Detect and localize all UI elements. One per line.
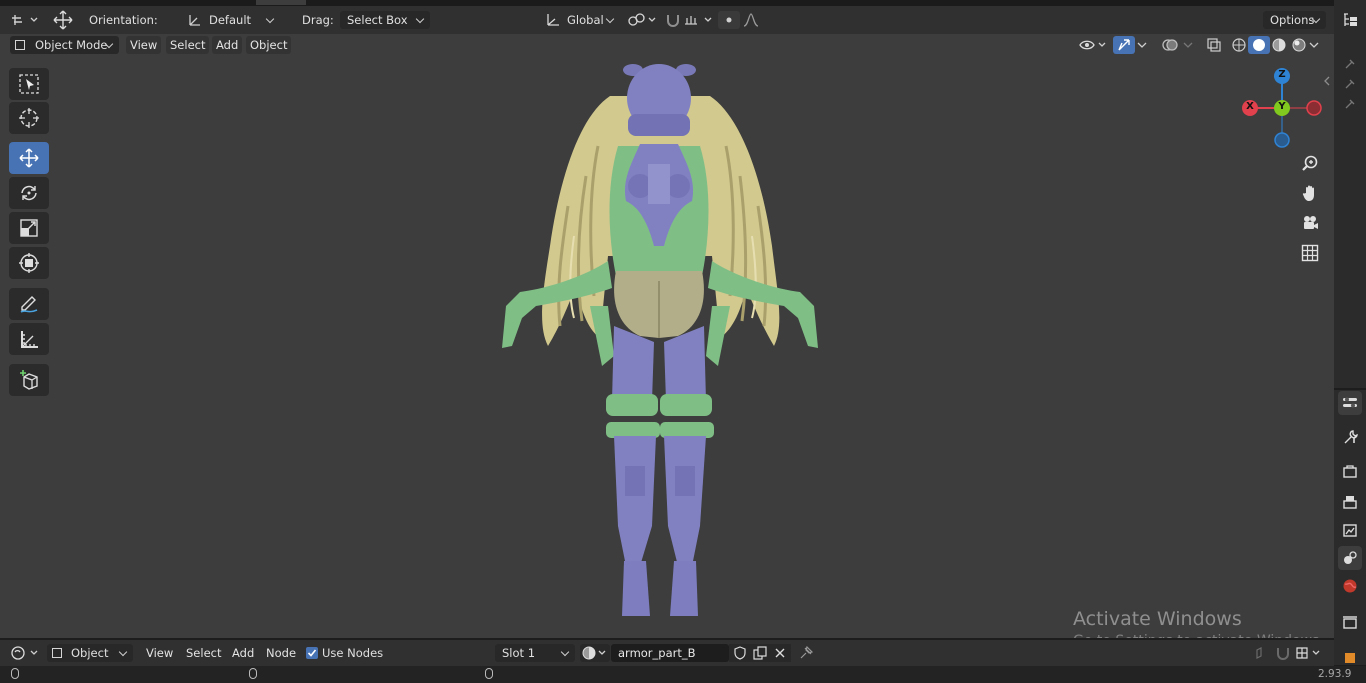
- render-properties-icon[interactable]: [1338, 460, 1362, 484]
- status-bar: [0, 666, 1366, 683]
- shading-material-icon[interactable]: [1268, 36, 1290, 54]
- watermark-title: Activate Windows: [1073, 608, 1242, 630]
- tool-add-cube[interactable]: [9, 364, 49, 396]
- version-label: 2.93.9: [1318, 668, 1352, 680]
- material-name-field[interactable]: armor_part_B: [611, 644, 729, 662]
- use-nodes-checkbox[interactable]: [306, 647, 318, 659]
- pivot-point-icon[interactable]: [626, 11, 658, 29]
- tool-select-box[interactable]: [9, 68, 49, 100]
- menu-add[interactable]: Add: [212, 36, 243, 54]
- gizmo-menu-chevron-icon[interactable]: [1134, 36, 1150, 54]
- node-snap-icon[interactable]: [1272, 644, 1294, 662]
- xray-toggle-icon[interactable]: [1203, 36, 1225, 54]
- world-properties-icon[interactable]: [1338, 574, 1362, 598]
- node-menu-node[interactable]: Node: [262, 644, 300, 662]
- tool-rotate[interactable]: [9, 177, 49, 209]
- orientation-dropdown[interactable]: Default: [202, 11, 280, 29]
- mouse-middle-icon: [249, 668, 257, 679]
- tool-scale[interactable]: [9, 212, 49, 244]
- object-icon: [52, 648, 62, 658]
- shading-wireframe-icon[interactable]: [1228, 36, 1250, 54]
- mouse-right-icon: [485, 668, 493, 679]
- backdrop-icon[interactable]: [1250, 644, 1272, 662]
- node-menu-view[interactable]: View: [142, 644, 177, 662]
- outliner-icon[interactable]: [1338, 8, 1362, 32]
- perspective-grid-icon[interactable]: [1297, 240, 1323, 266]
- orientation-label: Orientation:: [89, 13, 158, 27]
- drag-dropdown[interactable]: Select Box: [340, 11, 430, 29]
- menu-select[interactable]: Select: [166, 36, 210, 54]
- overlays-chevron-icon[interactable]: [1180, 36, 1196, 54]
- pin-material-icon[interactable]: [795, 644, 817, 662]
- tool-transform[interactable]: [9, 247, 49, 279]
- view-layer-properties-icon[interactable]: [1338, 518, 1362, 542]
- menu-view[interactable]: View: [126, 36, 162, 54]
- gizmo-toggle-icon[interactable]: [1113, 36, 1135, 54]
- shader-type-label: Object: [71, 646, 109, 660]
- tool-move[interactable]: [9, 142, 49, 174]
- gizmo-z-label: Z: [1278, 69, 1286, 80]
- transform-space-dropdown[interactable]: Global: [560, 11, 620, 29]
- editor-type-icon[interactable]: [10, 11, 40, 29]
- tab-layout[interactable]: [256, 0, 306, 5]
- drag-label: Drag:: [302, 13, 334, 27]
- mode-dropdown-label: Object Mode: [35, 38, 108, 52]
- gizmo-y-label: Y: [1278, 101, 1286, 112]
- tool-measure[interactable]: [9, 323, 49, 355]
- snap-target-icon[interactable]: [682, 11, 714, 29]
- character-model[interactable]: [490, 56, 830, 626]
- shading-solid-icon[interactable]: [1248, 36, 1270, 54]
- scene-properties-icon[interactable]: [1338, 546, 1362, 570]
- properties-settings-icon[interactable]: [1338, 391, 1362, 415]
- overlays-icon[interactable]: [1159, 36, 1181, 54]
- pan-view-hand-icon[interactable]: [1297, 180, 1323, 206]
- gizmo-x-label: X: [1246, 101, 1254, 112]
- camera-view-icon[interactable]: [1297, 210, 1323, 236]
- mouse-left-icon: [11, 668, 19, 679]
- material-browse-icon[interactable]: [580, 644, 610, 662]
- proportional-editing-icon[interactable]: [718, 11, 740, 29]
- pin-icon-3[interactable]: [1338, 92, 1362, 116]
- duplicate-material-icon[interactable]: [749, 644, 771, 662]
- options-dropdown[interactable]: Options: [1263, 11, 1326, 29]
- shader-editor-type-icon[interactable]: [10, 644, 40, 662]
- use-nodes-label: Use Nodes: [322, 646, 384, 660]
- node-menu-select[interactable]: Select: [182, 644, 225, 662]
- properties-divider: [1334, 388, 1366, 390]
- node-snap-element-icon[interactable]: [1294, 644, 1324, 662]
- workspace-tabs-strip: [0, 0, 1366, 6]
- mode-dropdown[interactable]: Object Mode: [10, 36, 119, 54]
- falloff-curve-icon[interactable]: [740, 11, 762, 29]
- zoom-view-icon[interactable]: [1297, 150, 1323, 176]
- object-mode-icon: [15, 40, 25, 50]
- fake-user-shield-icon[interactable]: [729, 644, 751, 662]
- transform-pivot-icon[interactable]: [50, 10, 76, 30]
- snap-icon[interactable]: [662, 11, 684, 29]
- material-slot-dropdown[interactable]: Slot 1: [495, 644, 575, 662]
- unlink-material-close-icon[interactable]: [769, 644, 791, 662]
- tool-properties-icon[interactable]: [1338, 425, 1362, 449]
- menu-object[interactable]: Object: [246, 36, 292, 54]
- tool-annotate[interactable]: [9, 288, 49, 320]
- shading-chevron-icon[interactable]: [1306, 36, 1322, 54]
- sidebar-toggle-chevron-icon[interactable]: [1322, 72, 1332, 90]
- output-properties-icon[interactable]: [1338, 490, 1362, 514]
- tool-cursor[interactable]: [9, 102, 49, 134]
- node-menu-add[interactable]: Add: [228, 644, 258, 662]
- collection-properties-icon[interactable]: [1338, 610, 1362, 634]
- visibility-eye-icon[interactable]: [1078, 36, 1108, 54]
